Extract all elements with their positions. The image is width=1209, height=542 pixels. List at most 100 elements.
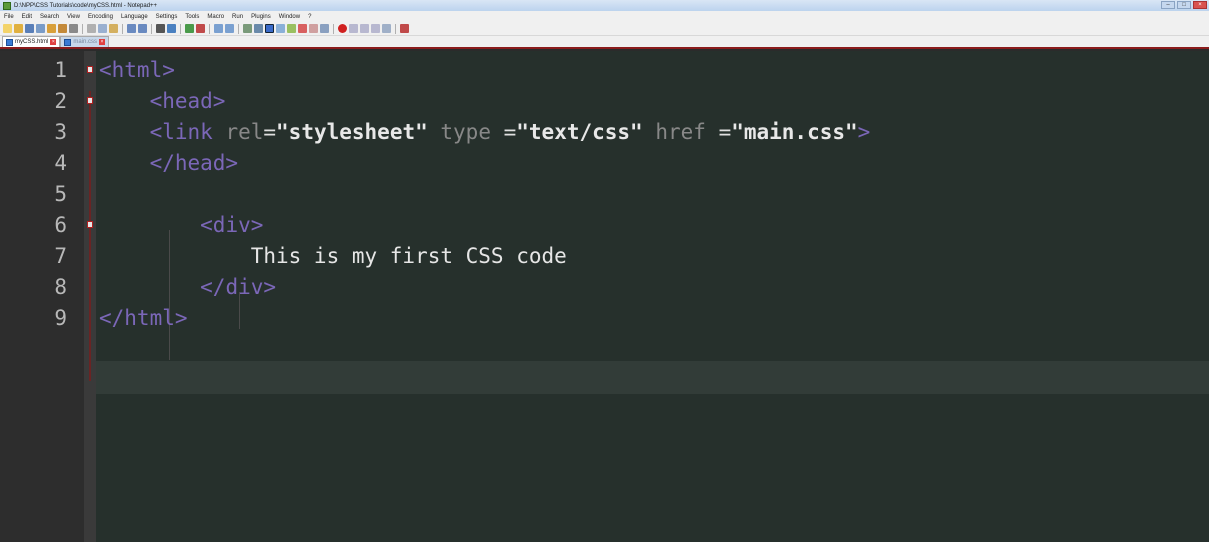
token-text: This is my first CSS code (250, 244, 567, 268)
print-icon[interactable] (69, 24, 78, 33)
close-file-icon[interactable] (47, 24, 56, 33)
menu-encoding[interactable]: Encoding (84, 14, 117, 20)
code-line[interactable]: 2 <head> (0, 85, 1209, 118)
menu-file[interactable]: File (0, 14, 18, 20)
doc-map-icon[interactable] (287, 24, 296, 33)
token-str: "main.css" (731, 120, 858, 144)
token-tag: <div> (200, 213, 264, 237)
tab-label: myCSS.html (15, 39, 49, 45)
token-str: "stylesheet" (276, 120, 428, 144)
tab-main-css[interactable]: main.css × (60, 36, 110, 47)
menu-plugins[interactable]: Plugins (247, 14, 275, 20)
token-ws (99, 213, 200, 237)
menu-tools[interactable]: Tools (181, 14, 203, 20)
close-tab-icon[interactable]: × (99, 39, 106, 45)
toolbar-separator (180, 23, 181, 34)
current-line-highlight (96, 361, 1209, 394)
fold-toggle-icon[interactable] (87, 66, 93, 73)
cut-icon[interactable] (87, 24, 96, 33)
token-op: = (263, 120, 277, 144)
token-attr: rel (225, 120, 264, 144)
maximize-button[interactable]: □ (1177, 1, 1191, 9)
toolbar-separator (395, 23, 396, 34)
sync-vertical-icon[interactable] (214, 24, 223, 33)
monitoring-icon[interactable] (320, 24, 329, 33)
user-language-icon[interactable] (276, 24, 285, 33)
run-macro-multiple-icon[interactable] (371, 24, 380, 33)
menu-language[interactable]: Language (117, 14, 152, 20)
window-title: D:\NPP\CSS Tutorials\code\myCSS.html - N… (14, 2, 158, 9)
menu-help[interactable]: ? (304, 14, 315, 20)
save-macro-icon[interactable] (382, 24, 391, 33)
word-wrap-icon[interactable] (243, 24, 252, 33)
code-line[interactable]: 6 <div> (0, 209, 1209, 242)
code-line[interactable]: 4 </head> (0, 147, 1209, 180)
code-text: <html> (99, 54, 175, 87)
fold-toggle-icon[interactable] (87, 221, 93, 228)
code-line[interactable]: 7 This is my first CSS code (0, 240, 1209, 273)
menu-run[interactable]: Run (228, 14, 247, 20)
file-icon (64, 38, 72, 46)
toolbar-separator (122, 23, 123, 34)
menu-edit[interactable]: Edit (18, 14, 36, 20)
minimize-button[interactable]: – (1161, 1, 1175, 9)
code-text: </div> (99, 271, 276, 304)
open-folder-icon[interactable] (14, 24, 23, 33)
code-editor[interactable]: 1 <html> 2 <head> 3 <link rel="stylesheet" … (0, 51, 1209, 542)
save-all-icon[interactable] (36, 24, 45, 33)
redo-icon[interactable] (138, 24, 147, 33)
token-attr: href (642, 120, 719, 144)
spell-check-icon[interactable] (400, 24, 409, 33)
toolbar-separator (238, 23, 239, 34)
code-text: </head> (99, 147, 239, 180)
undo-icon[interactable] (127, 24, 136, 33)
folder-workspace-icon[interactable] (309, 24, 318, 33)
new-file-icon[interactable] (3, 24, 12, 33)
close-button[interactable]: × (1193, 1, 1207, 9)
menu-window[interactable]: Window (275, 14, 304, 20)
show-all-chars-icon[interactable] (254, 24, 263, 33)
playback-macro-icon[interactable] (360, 24, 369, 33)
zoom-in-icon[interactable] (185, 24, 194, 33)
close-all-icon[interactable] (58, 24, 67, 33)
code-line[interactable]: 3 <link rel="stylesheet" type ="text/css… (0, 116, 1209, 149)
token-tag: <link (149, 120, 226, 144)
code-line[interactable]: 8 </div> (0, 271, 1209, 304)
record-macro-icon[interactable] (338, 24, 347, 33)
menu-view[interactable]: View (63, 14, 84, 20)
token-tag: > (857, 120, 871, 144)
copy-icon[interactable] (98, 24, 107, 33)
indent-guide-icon[interactable] (265, 24, 274, 33)
tab-label: main.css (73, 39, 98, 45)
line-number: 8 (54, 275, 67, 299)
menu-search[interactable]: Search (36, 14, 63, 20)
line-number: 7 (54, 244, 67, 268)
code-line[interactable]: 5 (0, 178, 1209, 211)
paste-icon[interactable] (109, 24, 118, 33)
menu-macro[interactable]: Macro (203, 14, 228, 20)
stop-recording-icon[interactable] (349, 24, 358, 33)
replace-icon[interactable] (167, 24, 176, 33)
file-tab-bar: myCSS.html × main.css × (0, 36, 1209, 49)
code-text: <div> (99, 209, 263, 242)
tab-mycss-html[interactable]: myCSS.html × (2, 36, 61, 47)
line-number: 6 (54, 213, 67, 237)
token-ws (99, 89, 150, 113)
notepadpp-app-icon (3, 1, 11, 10)
fold-toggle-icon[interactable] (87, 97, 93, 104)
code-line[interactable]: 1 <html> (0, 54, 1209, 87)
save-icon[interactable] (25, 24, 34, 33)
menu-bar: File Edit Search View Encoding Language Settin… (0, 11, 1209, 22)
zoom-out-icon[interactable] (196, 24, 205, 33)
code-line[interactable]: 9 </html> (0, 302, 1209, 335)
file-icon (6, 38, 13, 46)
find-icon[interactable] (156, 24, 165, 33)
close-tab-icon[interactable]: × (50, 39, 57, 45)
code-text: </html> (99, 302, 188, 335)
function-list-icon[interactable] (298, 24, 307, 33)
menu-settings[interactable]: Settings (152, 14, 182, 20)
token-tag: </head> (149, 151, 239, 175)
window-controls: – □ × (1161, 1, 1207, 9)
sync-horizontal-icon[interactable] (225, 24, 234, 33)
code-text: <link rel="stylesheet" type ="text/css" … (99, 116, 871, 149)
